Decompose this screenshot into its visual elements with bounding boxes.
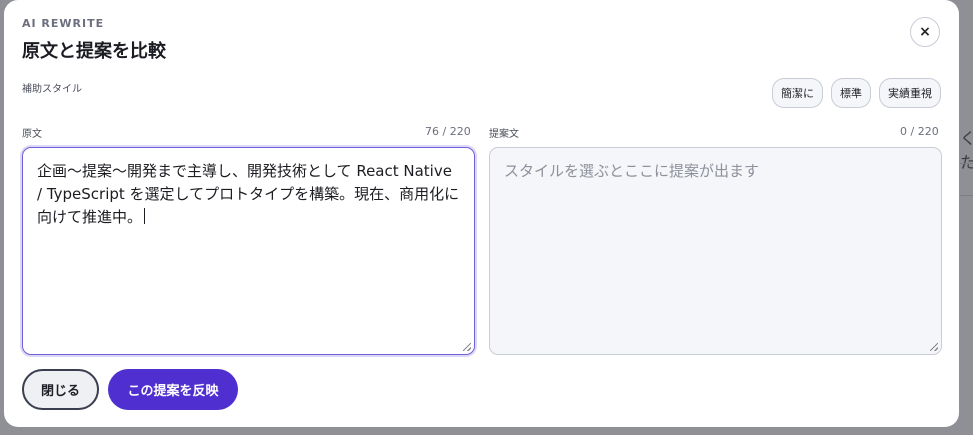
apply-suggestion-button[interactable]: この提案を反映 <box>108 369 238 410</box>
original-label: 原文 <box>22 129 42 140</box>
close-icon[interactable]: × <box>910 17 940 47</box>
rewrite-modal: AI REWRITE 原文と提案を比較 × 補助スタイル 簡潔に 標準 実績重視… <box>4 0 959 427</box>
original-char-count: 76 / 220 <box>425 125 471 138</box>
style-section-label: 補助スタイル <box>22 84 82 95</box>
close-button[interactable]: 閉じる <box>22 369 99 410</box>
style-options: 簡潔に 標準 実績重視 <box>772 78 941 108</box>
resize-handle-icon[interactable] <box>463 343 471 351</box>
text-cursor <box>144 208 146 224</box>
original-text: 企画〜提案〜開発まで主導し、開発技術として React Native / Typ… <box>37 162 460 226</box>
suggestion-char-count: 0 / 220 <box>900 125 939 138</box>
style-option-standard[interactable]: 標準 <box>831 78 871 108</box>
modal-title: 原文と提案を比較 <box>22 41 166 62</box>
suggestion-textarea[interactable]: スタイルを選ぶとここに提案が出ます <box>489 147 942 355</box>
suggestion-label: 提案文 <box>489 129 519 140</box>
modal-eyebrow: AI REWRITE <box>22 17 105 30</box>
background-divider <box>960 195 973 196</box>
style-option-achievement[interactable]: 実績重視 <box>879 78 941 108</box>
background-fragment: くた <box>960 129 973 172</box>
style-option-concise[interactable]: 簡潔に <box>772 78 823 108</box>
resize-handle-icon[interactable] <box>930 343 938 351</box>
suggestion-placeholder: スタイルを選ぶとここに提案が出ます <box>504 162 760 180</box>
original-textarea[interactable]: 企画〜提案〜開発まで主導し、開発技術として React Native / Typ… <box>22 147 475 355</box>
background-divider <box>960 163 973 164</box>
